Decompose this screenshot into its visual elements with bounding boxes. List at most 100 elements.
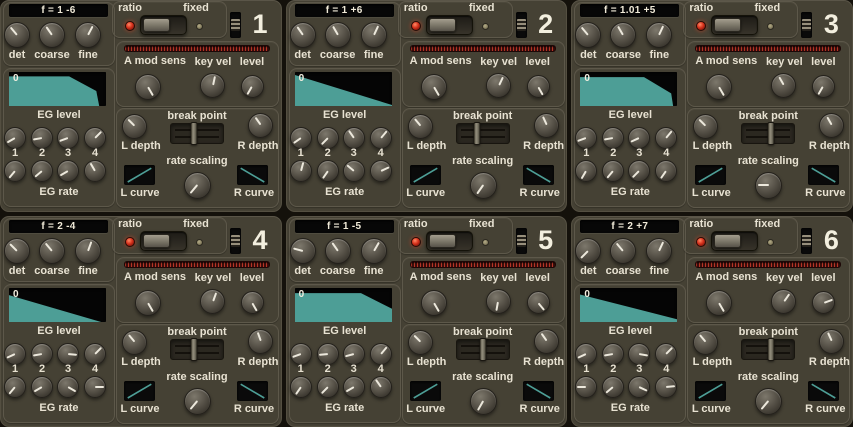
eg-rate-2-knob[interactable] — [31, 375, 53, 398]
eg-rate-4-knob[interactable] — [84, 375, 106, 398]
break-point-slider[interactable] — [170, 337, 224, 361]
a-mod-sens-knob[interactable] — [706, 289, 733, 316]
eg-level-4-knob[interactable] — [369, 127, 392, 149]
eg-rate-1-knob[interactable] — [289, 160, 312, 182]
coarse-knob[interactable] — [324, 237, 351, 264]
eg-level-1-knob[interactable] — [4, 342, 26, 365]
eg-rate-1-knob[interactable] — [4, 375, 26, 398]
rate-scaling-knob[interactable] — [184, 172, 211, 199]
break-point-slider-handle[interactable] — [473, 122, 481, 145]
eg-rate-3-knob[interactable] — [342, 160, 365, 182]
level-knob[interactable] — [241, 75, 264, 98]
det-knob[interactable] — [4, 237, 30, 264]
fine-knob[interactable] — [75, 22, 101, 48]
break-point-slider-handle[interactable] — [190, 122, 198, 145]
eg-level-2-knob[interactable] — [602, 342, 625, 365]
eg-rate-3-knob[interactable] — [342, 375, 365, 398]
eg-level-2-knob[interactable] — [316, 127, 339, 149]
ratio-fixed-switch[interactable] — [425, 15, 473, 35]
ratio-fixed-switch[interactable] — [711, 15, 759, 35]
ratio-fixed-switch[interactable] — [711, 230, 759, 251]
eg-level-4-knob[interactable] — [369, 342, 392, 365]
eg-level-1-knob[interactable] — [289, 127, 312, 149]
ratio-fixed-switch[interactable] — [425, 230, 473, 251]
eg-rate-4-knob[interactable] — [369, 160, 392, 182]
eg-rate-3-knob[interactable] — [57, 160, 79, 182]
eg-level-2-knob[interactable] — [316, 342, 339, 365]
eg-level-2-knob[interactable] — [602, 127, 625, 149]
level-knob[interactable] — [241, 290, 264, 314]
eg-rate-3-knob[interactable] — [57, 375, 79, 398]
operator-mini-fader[interactable] — [515, 227, 527, 254]
break-point-slider-handle[interactable] — [190, 337, 198, 361]
break-point-slider[interactable] — [455, 337, 510, 361]
eg-level-1-knob[interactable] — [4, 127, 26, 149]
break-point-slider-handle[interactable] — [479, 337, 487, 361]
ratio-fixed-switch[interactable] — [140, 230, 187, 251]
key-vel-knob[interactable] — [485, 73, 511, 98]
r-depth-knob[interactable] — [533, 113, 559, 138]
r-depth-knob[interactable] — [819, 328, 845, 354]
fine-knob[interactable] — [646, 237, 673, 264]
det-knob[interactable] — [575, 237, 602, 264]
eg-level-3-knob[interactable] — [57, 127, 79, 149]
det-knob[interactable] — [289, 22, 316, 48]
operator-mini-fader[interactable] — [230, 227, 241, 254]
break-point-slider[interactable] — [741, 122, 796, 145]
operator-mini-fader[interactable] — [801, 227, 813, 254]
l-depth-knob[interactable] — [122, 329, 147, 355]
a-mod-sens-knob[interactable] — [420, 289, 447, 316]
eg-rate-1-knob[interactable] — [289, 375, 312, 398]
operator-mini-fader[interactable] — [515, 12, 527, 38]
eg-rate-3-knob[interactable] — [628, 375, 651, 398]
fine-knob[interactable] — [75, 237, 101, 264]
r-depth-knob[interactable] — [248, 328, 273, 354]
operator-mini-fader[interactable] — [801, 12, 813, 38]
fine-knob[interactable] — [360, 237, 387, 264]
eg-level-3-knob[interactable] — [342, 127, 365, 149]
level-knob[interactable] — [812, 290, 836, 314]
coarse-knob[interactable] — [324, 22, 351, 48]
r-depth-knob[interactable] — [248, 113, 273, 138]
eg-level-4-knob[interactable] — [84, 127, 106, 149]
break-point-slider[interactable] — [741, 337, 796, 361]
eg-rate-2-knob[interactable] — [602, 375, 625, 398]
eg-level-3-knob[interactable] — [57, 342, 79, 365]
eg-level-3-knob[interactable] — [628, 342, 651, 365]
det-knob[interactable] — [4, 22, 30, 48]
operator-mini-fader[interactable] — [230, 12, 241, 38]
coarse-knob[interactable] — [39, 22, 65, 48]
coarse-knob[interactable] — [39, 237, 65, 264]
rate-scaling-knob[interactable] — [469, 172, 497, 199]
a-mod-sens-knob[interactable] — [135, 289, 161, 316]
break-point-slider[interactable] — [170, 122, 224, 145]
eg-level-4-knob[interactable] — [84, 342, 106, 365]
eg-level-1-knob[interactable] — [575, 342, 598, 365]
key-vel-knob[interactable] — [200, 288, 225, 314]
a-mod-sens-knob[interactable] — [135, 74, 161, 100]
key-vel-knob[interactable] — [771, 288, 797, 314]
eg-rate-2-knob[interactable] — [316, 160, 339, 182]
eg-rate-4-knob[interactable] — [369, 375, 392, 398]
rate-scaling-knob[interactable] — [755, 387, 783, 415]
l-depth-knob[interactable] — [407, 114, 433, 139]
eg-level-3-knob[interactable] — [342, 342, 365, 365]
fine-knob[interactable] — [360, 22, 387, 48]
r-depth-knob[interactable] — [533, 328, 559, 354]
key-vel-knob[interactable] — [200, 73, 225, 98]
eg-rate-1-knob[interactable] — [575, 375, 598, 398]
eg-level-2-knob[interactable] — [31, 127, 53, 149]
eg-level-2-knob[interactable] — [31, 342, 53, 365]
rate-scaling-knob[interactable] — [755, 172, 783, 199]
eg-rate-1-knob[interactable] — [4, 160, 26, 182]
eg-rate-2-knob[interactable] — [316, 375, 339, 398]
l-depth-knob[interactable] — [122, 114, 147, 139]
a-mod-sens-knob[interactable] — [420, 74, 447, 100]
eg-level-1-knob[interactable] — [289, 342, 312, 365]
coarse-knob[interactable] — [610, 237, 637, 264]
eg-level-4-knob[interactable] — [655, 342, 678, 365]
break-point-slider-handle[interactable] — [767, 337, 775, 361]
level-knob[interactable] — [526, 290, 550, 314]
rate-scaling-knob[interactable] — [469, 387, 497, 415]
l-depth-knob[interactable] — [693, 329, 719, 355]
